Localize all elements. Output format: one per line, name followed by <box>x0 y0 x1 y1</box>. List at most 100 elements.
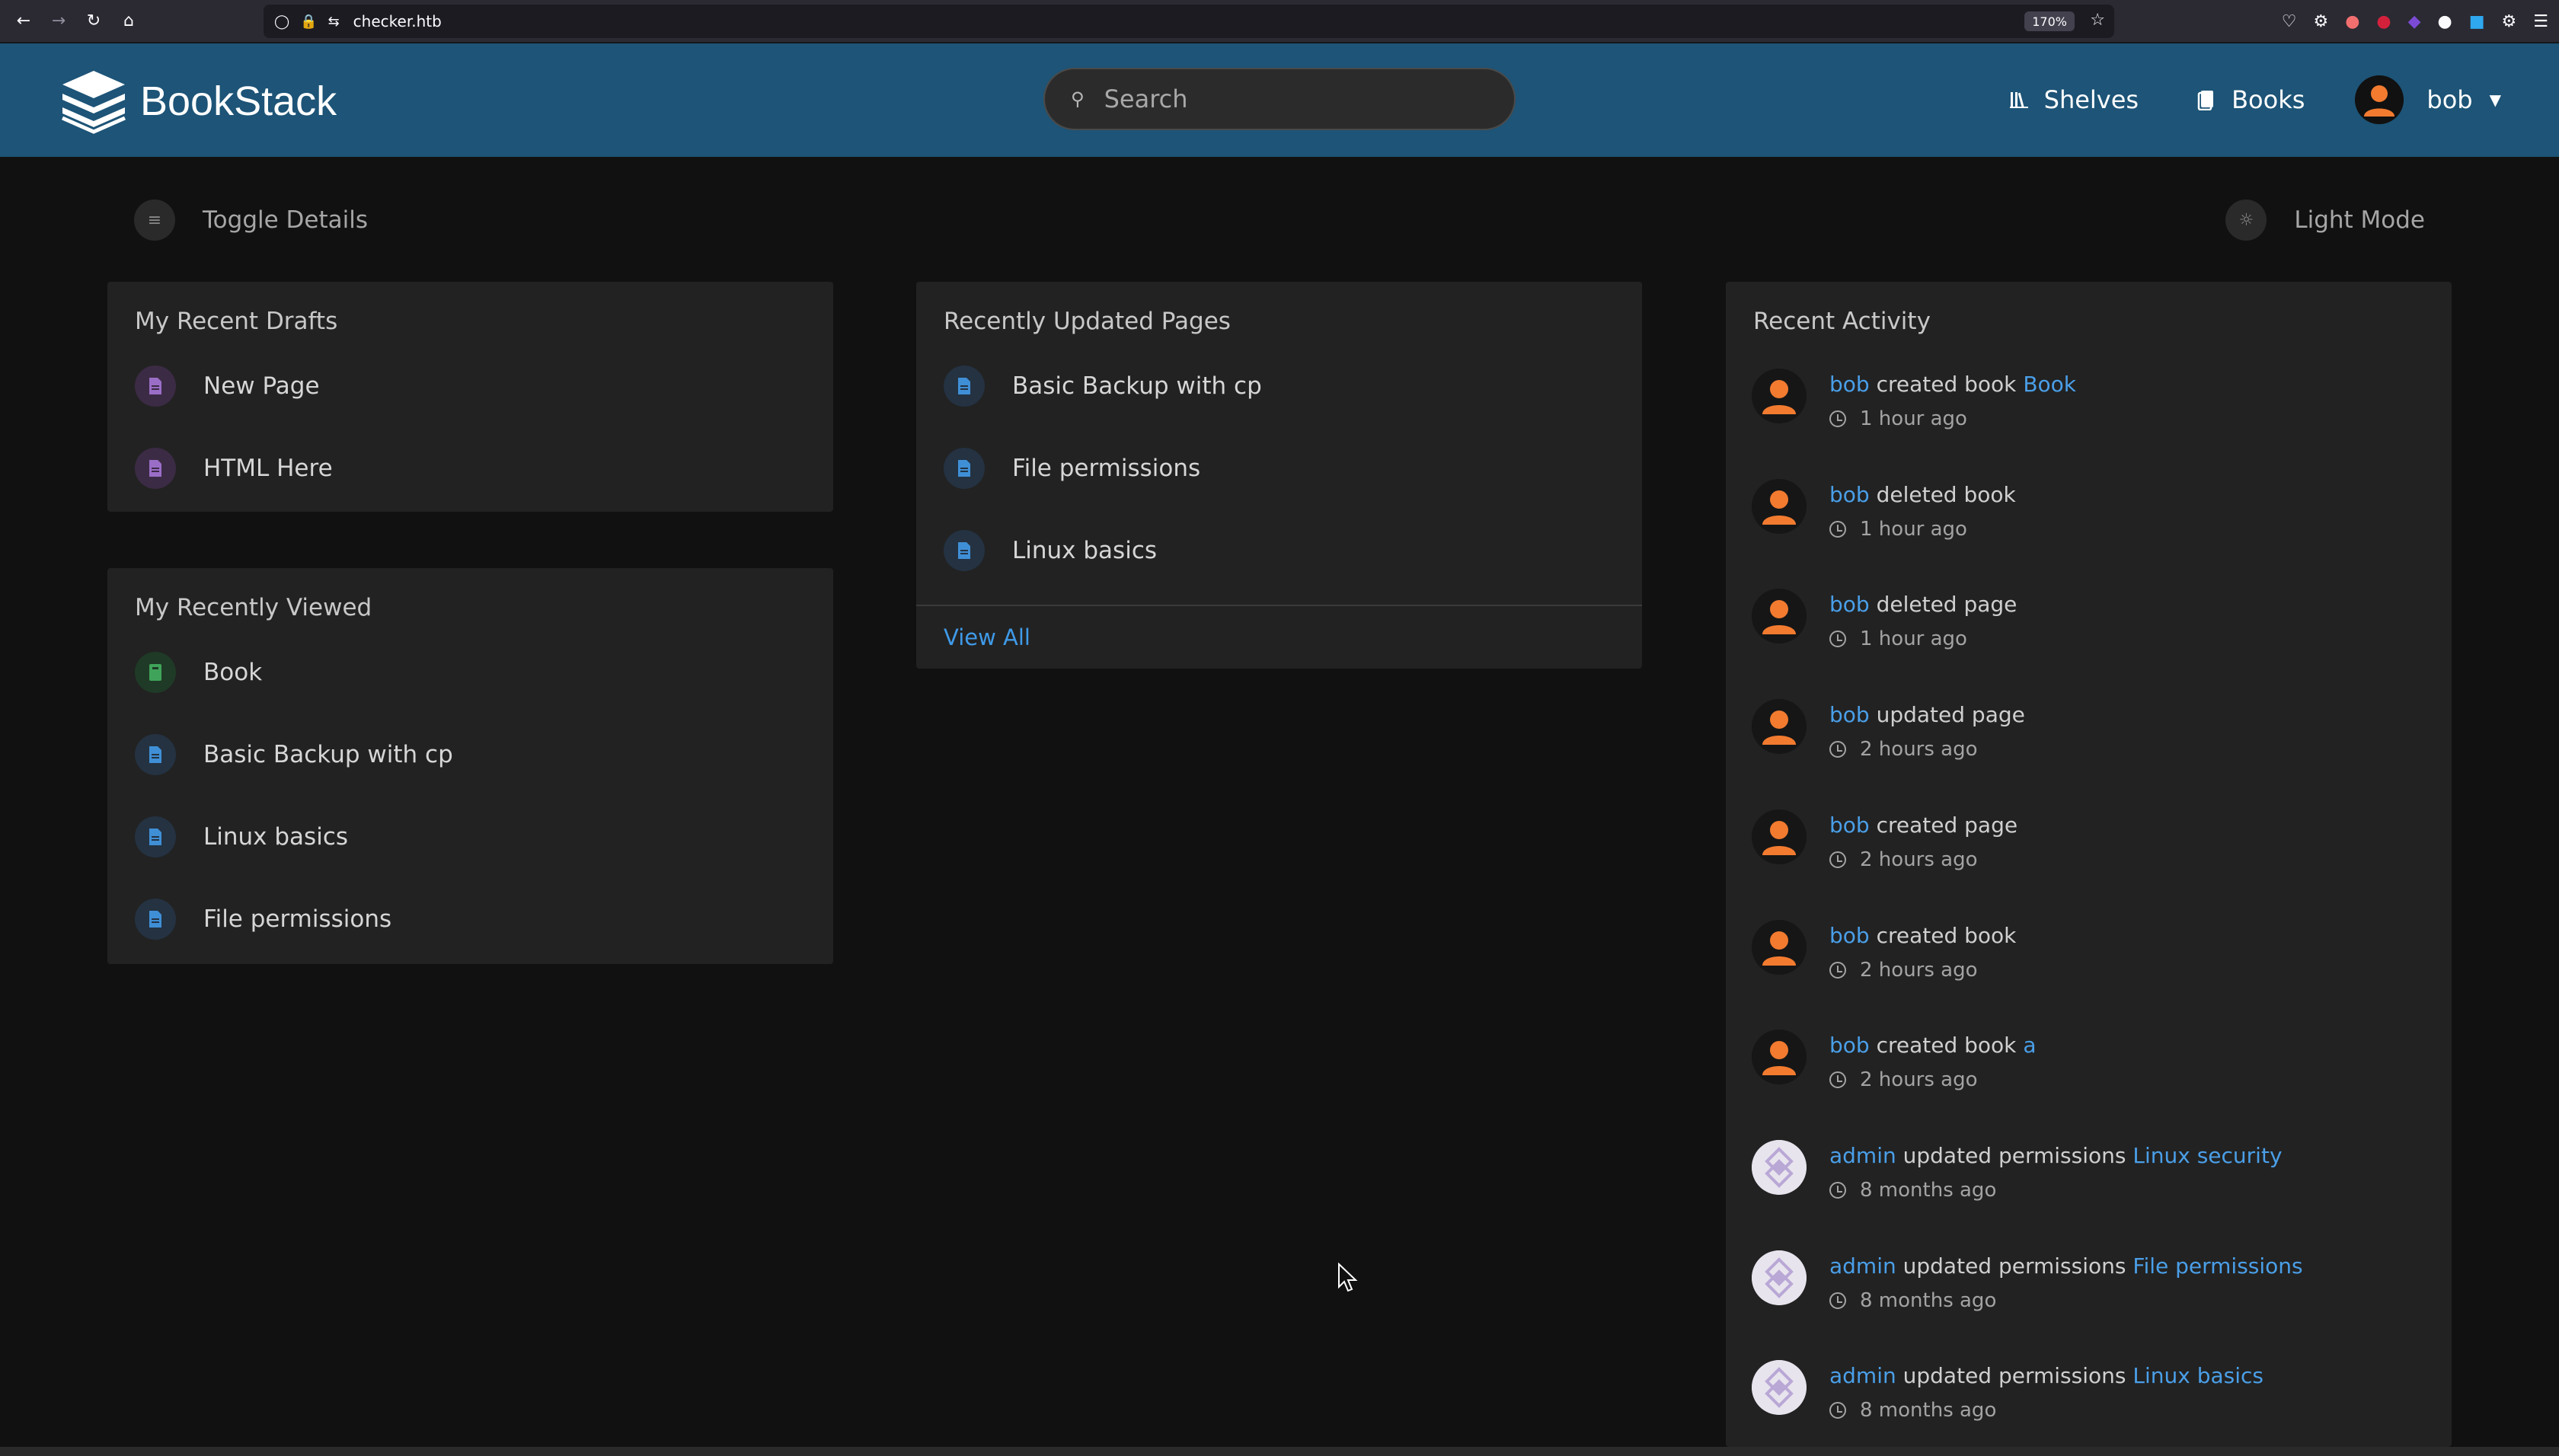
activity-target-link[interactable]: Book <box>2023 372 2076 397</box>
page-draft-icon <box>135 366 176 407</box>
zoom-badge[interactable]: 170% <box>2024 11 2075 31</box>
url-bar[interactable]: ◯ 🔒 ⇆ checker.htb 170% ☆ <box>264 5 2114 38</box>
activity-action: deleted page <box>1876 592 2017 618</box>
home-icon[interactable]: ⌂ <box>111 4 146 39</box>
extension-icon[interactable]: ● <box>2345 12 2359 31</box>
reload-icon[interactable]: ↻ <box>76 4 111 39</box>
activity-target-link[interactable]: a <box>2023 1033 2036 1058</box>
extension-icon[interactable]: ■ <box>2469 12 2485 31</box>
activity-time-text: 2 hours ago <box>1860 738 1978 762</box>
activity-time-text: 8 months ago <box>1860 1288 1997 1312</box>
shelves-icon <box>2009 92 2028 108</box>
app-name: BookStack <box>140 78 337 124</box>
activity-user-link[interactable]: bob <box>1829 923 1870 948</box>
user-avatar-icon <box>2355 75 2404 124</box>
activity-user-link[interactable]: bob <box>1829 482 1870 507</box>
view-all-link[interactable]: View All <box>944 624 1030 650</box>
activity-user-link[interactable]: admin <box>1829 1253 1896 1279</box>
user-menu[interactable]: bob ▼ <box>2355 75 2501 124</box>
activity-user-link[interactable]: bob <box>1829 372 1870 397</box>
activity-user-link[interactable]: admin <box>1829 1363 1896 1388</box>
activity-item: bob created page 2 hours ago <box>1752 809 2017 871</box>
book-icon <box>135 652 176 693</box>
activity-user-link[interactable]: bob <box>1829 813 1870 838</box>
nav-shelves[interactable]: Shelves <box>2009 85 2139 114</box>
activity-action: updated permissions <box>1902 1253 2126 1279</box>
entity-name: Basic Backup with cp <box>203 741 453 768</box>
back-icon[interactable]: ← <box>6 4 41 39</box>
forward-icon[interactable]: → <box>41 4 76 39</box>
avatar <box>1752 1360 1807 1416</box>
list-item[interactable]: Linux basics <box>944 530 1157 571</box>
logo[interactable]: BookStack <box>58 68 337 135</box>
nav-books[interactable]: Books <box>2196 85 2305 114</box>
menu-icon[interactable]: ☰ <box>2533 12 2548 31</box>
activity-item: bob created book 2 hours ago <box>1752 919 2016 982</box>
activity-time-text: 2 hours ago <box>1860 1068 1978 1092</box>
avatar <box>1752 1250 1807 1305</box>
avatar <box>1752 369 1807 423</box>
activity-user-link[interactable]: bob <box>1829 702 1870 727</box>
recently-viewed-card: My Recently Viewed Book Basic Backup wit… <box>107 568 833 964</box>
avatar <box>1752 699 1807 755</box>
search-input[interactable] <box>1104 85 1470 113</box>
light-mode-button[interactable]: ☼ Light Mode <box>2225 200 2425 241</box>
activity-item: bob updated page 2 hours ago <box>1752 699 2025 761</box>
activity-target-link[interactable]: Linux security <box>2132 1143 2282 1168</box>
activity-text: bob deleted book <box>1829 482 2016 507</box>
shield-icon[interactable]: ◯ <box>274 14 289 30</box>
entity-name: Linux basics <box>203 823 349 851</box>
search-icon: ⚲ <box>1071 88 1085 110</box>
sun-icon: ☼ <box>2225 200 2267 241</box>
activity-user-link[interactable]: bob <box>1829 592 1870 617</box>
activity-item: admin updated permissions Linux basics 8 … <box>1752 1360 2263 1422</box>
browser-toolbar: ← → ↻ ⌂ ◯ 🔒 ⇆ checker.htb 170% ☆ ♡ ⚙ ● ●… <box>0 0 2559 43</box>
bookmark-star-icon[interactable]: ☆ <box>2090 11 2105 30</box>
user-name: bob <box>2426 85 2473 114</box>
list-item[interactable]: Book <box>135 652 262 693</box>
activity-timestamp: 1 hour ago <box>1829 627 2017 650</box>
list-icon: ≡ <box>134 200 175 241</box>
extension-toolbar: ♡ ⚙ ● ● ◆ ● ■ ⚙ ☰ <box>2282 0 2548 43</box>
list-item[interactable]: File permissions <box>944 448 1200 489</box>
nav-shelves-label: Shelves <box>2043 85 2139 114</box>
recently-updated-card: Recently Updated Pages Basic Backup with… <box>916 282 1642 669</box>
url-text[interactable]: checker.htb <box>353 12 442 30</box>
search-box[interactable]: ⚲ <box>1043 68 1516 130</box>
activity-user-link[interactable]: admin <box>1829 1143 1896 1168</box>
activity-text: bob deleted page <box>1829 592 2017 617</box>
toggle-details-button[interactable]: ≡ Toggle Details <box>134 200 368 241</box>
clock-icon <box>1829 961 1846 979</box>
extension-icon[interactable]: ◆ <box>2408 12 2421 31</box>
extensions-icon[interactable]: ⚙ <box>2313 12 2328 31</box>
avatar <box>1752 1030 1807 1085</box>
list-item[interactable]: Basic Backup with cp <box>135 734 453 775</box>
extension-icon[interactable]: ● <box>2376 12 2391 31</box>
clock-icon <box>1829 1181 1846 1199</box>
list-item[interactable]: File permissions <box>135 899 391 940</box>
pocket-icon[interactable]: ♡ <box>2282 12 2297 31</box>
entity-name: New Page <box>203 372 320 400</box>
extension-icon[interactable]: ● <box>2438 12 2452 31</box>
entity-name: File permissions <box>203 905 392 933</box>
list-item[interactable]: New Page <box>135 366 320 407</box>
activity-action: created page <box>1876 812 2018 838</box>
recent-activity-title: Recent Activity <box>1753 308 1931 335</box>
activity-time-text: 2 hours ago <box>1860 848 1978 871</box>
recent-activity-card: Recent Activity bob created book Book 1 h… <box>1726 282 2452 1447</box>
activity-item: admin updated permissions Linux security… <box>1752 1139 2283 1202</box>
activity-target-link[interactable]: File permissions <box>2132 1253 2302 1279</box>
activity-item: bob deleted book 1 hour ago <box>1752 478 2016 541</box>
list-item[interactable]: Basic Backup with cp <box>944 366 1262 407</box>
list-item[interactable]: HTML Here <box>135 448 333 489</box>
list-item[interactable]: Linux basics <box>135 816 348 857</box>
activity-user-link[interactable]: bob <box>1829 1033 1870 1058</box>
clock-icon <box>1829 1071 1846 1089</box>
settings-icon[interactable]: ⚙ <box>2502 12 2517 31</box>
avatar <box>1752 478 1807 534</box>
lock-icon[interactable]: 🔒 <box>300 14 317 30</box>
clock-icon <box>1829 1292 1846 1309</box>
activity-target-link[interactable]: Linux basics <box>2132 1363 2263 1388</box>
activity-text: bob created book Book <box>1829 372 2076 397</box>
activity-timestamp: 2 hours ago <box>1829 738 2025 761</box>
